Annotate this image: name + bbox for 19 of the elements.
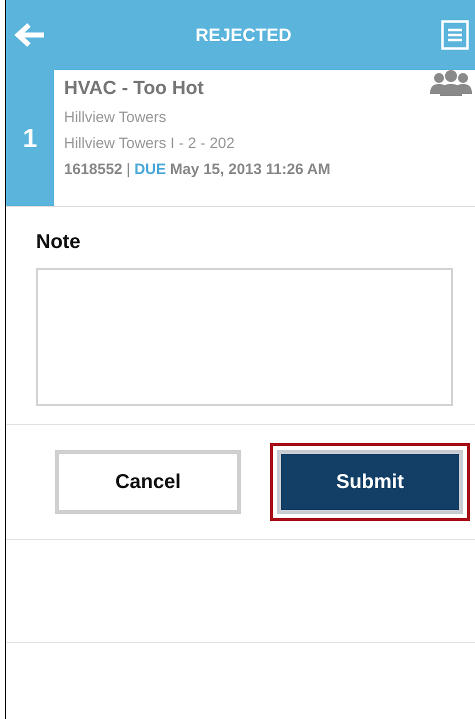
cancel-button[interactable]: Cancel (55, 450, 241, 514)
separator: | (126, 161, 130, 178)
back-button[interactable] (14, 22, 46, 48)
due-date: May 15, 2013 11:26 AM (170, 161, 330, 178)
due-label: DUE (134, 161, 166, 178)
back-arrow-icon (14, 22, 46, 48)
people-icon (429, 70, 473, 96)
screen-title: REJECTED (195, 24, 292, 46)
order-index: 1 (6, 70, 54, 206)
menu-button[interactable] (441, 20, 469, 50)
menu-icon (441, 20, 469, 50)
order-number: 1618552 (64, 161, 122, 178)
work-order-title: HVAC - Too Hot (64, 78, 205, 100)
note-field[interactable] (36, 268, 453, 406)
property-name: Hillview Towers (64, 109, 168, 126)
unit-location: Hillview Towers I - 2 - 202 (64, 135, 236, 152)
submit-button[interactable]: Submit (277, 450, 463, 514)
note-label: Note (36, 231, 82, 254)
work-order-card[interactable]: 1 HVAC - Too Hot Hillview Towers Hillview Towers I - 2 - 202 1618552 | DUE May 15, 2013 11:26 AM (6, 70, 475, 207)
